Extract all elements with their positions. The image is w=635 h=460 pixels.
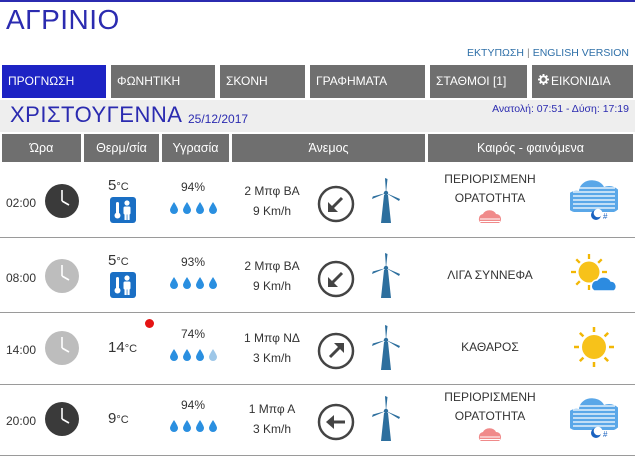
- row-time: 02:00: [6, 196, 37, 210]
- wind-turbine-icon: [368, 395, 404, 441]
- temp-value: 14: [108, 339, 125, 356]
- wind-beaufort: 2 Μπφ ΒΑ: [244, 259, 300, 273]
- row-wind: 2 Μπφ ΒΑ 9 Km/h: [232, 181, 312, 221]
- fog-night-icon: #: [565, 178, 623, 222]
- col-temp: Θερμ/σία: [84, 134, 159, 162]
- wind-beaufort: 1 Μπφ Α: [248, 402, 296, 416]
- svg-text:#: #: [603, 430, 608, 439]
- tab-phonetic[interactable]: ΦΩΝΗΤΙΚΗ: [111, 65, 215, 98]
- row-time: 20:00: [6, 414, 37, 428]
- sun-cloud-icon: [570, 253, 618, 297]
- day-header: ΧΡΙΣΤΟΥΓΕΝΝΑ 25/12/2017 Ανατολή: 07:51 -…: [0, 100, 635, 132]
- row-temp: 5°C: [108, 252, 129, 269]
- link-separator: |: [526, 47, 530, 59]
- col-weather: Καιρός - φαινόμενα: [428, 134, 633, 162]
- tab-forecast[interactable]: ΠΡΟΓΝΩΣΗ: [2, 65, 106, 98]
- row-humidity: 94%: [180, 180, 206, 194]
- condition-line-1: ΠΕΡΙΟΡΙΣΜΕΝΗ: [444, 172, 536, 186]
- table-row: 20:00 9°C 94% 1 Μπφ Α 3 Km/h ΠΕΡΙΟΡΙΣΜΕΝΗ…: [0, 384, 635, 456]
- top-border: [0, 0, 635, 2]
- condition-line-2: ΟΡΑΤΟΤΗΤΑ: [454, 191, 526, 205]
- condition-line-1: ΛΙΓΑ ΣΥΝΝΕΦΑ: [447, 268, 533, 282]
- row-humidity: 93%: [180, 255, 206, 269]
- wind-turbine-icon: [368, 324, 404, 370]
- clock-icon: [44, 330, 80, 366]
- condition-line-1: ΚΑΘΑΡΟΣ: [461, 340, 519, 354]
- wind-speed: 3 Km/h: [252, 351, 291, 365]
- feels-cold-icon: [110, 272, 136, 298]
- wind-speed: 9 Km/h: [252, 279, 291, 293]
- wind-turbine-icon: [368, 177, 404, 223]
- table-row: 08:00 5°C 93% 2 Μπφ ΒΑ 9 Km/h ΛΙΓΑ ΣΥΝΝΕΦ…: [0, 241, 635, 313]
- feels-cold-icon: [110, 197, 136, 223]
- humidity-drops-icon: [167, 201, 223, 215]
- tab-dust[interactable]: ΣΚΟΝΗ: [220, 65, 305, 98]
- row-temp: 9°C: [108, 410, 129, 427]
- row-temp: 5°C: [108, 177, 129, 194]
- visibility-cloud-icon: [477, 428, 503, 442]
- wind-turbine-icon: [368, 252, 404, 298]
- english-version-link[interactable]: ENGLISH VERSION: [533, 47, 629, 59]
- row-condition: ΠΕΡΙΟΡΙΣΜΕΝΗ ΟΡΑΤΟΤΗΤΑ: [430, 170, 550, 208]
- tab-icons[interactable]: ΕΙΚΟΝΙΔΙΑ: [532, 65, 633, 98]
- tab-label: ΦΩΝΗΤΙΚΗ: [117, 74, 181, 88]
- temp-unit: °C: [116, 256, 129, 268]
- row-wind: 1 Μπφ Α 3 Km/h: [232, 399, 312, 439]
- alert-dot: [145, 319, 154, 328]
- humidity-drops-icon: [167, 419, 223, 433]
- clock-icon: [44, 183, 80, 219]
- temp-unit: °C: [116, 181, 129, 193]
- tab-label: ΣΚΟΝΗ: [226, 74, 268, 88]
- tab-label: ΓΡΑΦΗΜΑΤΑ: [316, 74, 388, 88]
- clock-icon: [44, 258, 80, 294]
- row-humidity: 94%: [180, 398, 206, 412]
- col-wind: Άνεμος: [232, 134, 425, 162]
- row-wind: 1 Μπφ ΝΔ 3 Km/h: [232, 328, 312, 368]
- humidity-drops-icon: [167, 276, 223, 290]
- sunrise-sunset: Ανατολή: 07:51 - Δύση: 17:19: [492, 103, 629, 115]
- main-nav: ΠΡΟΓΝΩΣΗ ΦΩΝΗΤΙΚΗ ΣΚΟΝΗ ΓΡΑΦΗΜΑΤΑ ΣΤΑΘΜΟ…: [2, 65, 633, 98]
- arrow-left-icon: [317, 403, 355, 441]
- row-time: 14:00: [6, 343, 37, 357]
- fog-night-icon: #: [565, 396, 623, 440]
- clock-icon: [44, 401, 80, 437]
- wind-speed: 3 Km/h: [252, 422, 291, 436]
- row-condition: ΚΑΘΑΡΟΣ: [430, 338, 550, 357]
- row-condition: ΛΙΓΑ ΣΥΝΝΕΦΑ: [430, 266, 550, 285]
- city-title: ΑΓΡΙΝΙΟ: [6, 4, 120, 35]
- top-links: ΕΚΤΥΠΩΣΗ | ENGLISH VERSION: [467, 47, 629, 59]
- wind-beaufort: 1 Μπφ ΝΔ: [244, 331, 300, 345]
- col-humidity: Υγρασία: [162, 134, 229, 162]
- row-condition: ΠΕΡΙΟΡΙΣΜΕΝΗ ΟΡΑΤΟΤΗΤΑ: [430, 388, 550, 426]
- tab-label: ΕΙΚΟΝΙΔΙΑ: [551, 74, 611, 88]
- temp-unit: °C: [124, 343, 138, 355]
- row-humidity: 74%: [180, 327, 206, 341]
- table-row: 02:00 5°C 94% 2 Μπφ ΒΑ 9 Km/h ΠΕΡΙΟΡΙΣΜΕΝ…: [0, 166, 635, 238]
- condition-line-1: ΠΕΡΙΟΡΙΣΜΕΝΗ: [444, 390, 536, 404]
- wind-beaufort: 2 Μπφ ΒΑ: [244, 184, 300, 198]
- gear-icon: [538, 74, 549, 85]
- row-temp: 14°C: [108, 339, 137, 356]
- table-row: 14:00 14°C 74% 1 Μπφ ΝΔ 3 Km/h ΚΑΘΑΡΟΣ: [0, 313, 635, 385]
- wind-speed: 9 Km/h: [252, 204, 291, 218]
- svg-text:#: #: [603, 212, 608, 221]
- tab-label: ΣΤΑΘΜΟΙ [1]: [436, 74, 507, 88]
- col-hour: Ώρα: [2, 134, 81, 162]
- row-time: 08:00: [6, 271, 37, 285]
- tab-label: ΠΡΟΓΝΩΣΗ: [8, 74, 75, 88]
- sun-icon: [570, 325, 618, 369]
- arrow-down-left-icon: [317, 185, 355, 223]
- condition-line-2: ΟΡΑΤΟΤΗΤΑ: [454, 409, 526, 423]
- tab-charts[interactable]: ΓΡΑΦΗΜΑΤΑ: [310, 65, 425, 98]
- day-date: 25/12/2017: [188, 112, 249, 126]
- temp-unit: °C: [116, 414, 129, 426]
- tab-stations[interactable]: ΣΤΑΘΜΟΙ [1]: [430, 65, 527, 98]
- arrow-up-right-icon: [317, 332, 355, 370]
- visibility-cloud-icon: [477, 210, 503, 224]
- humidity-drops-icon: [167, 348, 223, 362]
- row-wind: 2 Μπφ ΒΑ 9 Km/h: [232, 256, 312, 296]
- arrow-down-left-icon: [317, 260, 355, 298]
- print-link[interactable]: ΕΚΤΥΠΩΣΗ: [467, 47, 524, 59]
- day-name: ΧΡΙΣΤΟΥΓΕΝΝΑ: [10, 102, 183, 127]
